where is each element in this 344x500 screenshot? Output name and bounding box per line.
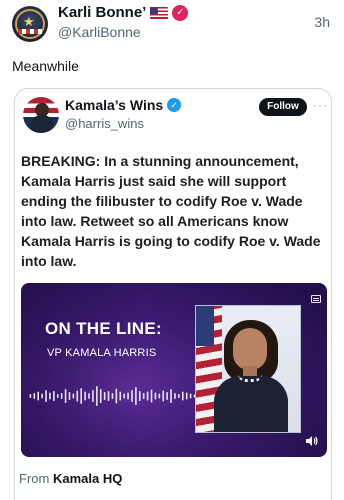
author-avatar[interactable]: ★ xyxy=(12,6,48,42)
waveform-bar xyxy=(103,392,106,400)
waveform-bar xyxy=(80,388,82,404)
avatar-person-body xyxy=(31,115,53,133)
waveform-bar xyxy=(154,392,157,400)
waveform-bar xyxy=(107,391,110,401)
waveform-bar xyxy=(139,391,141,401)
waveform-bar xyxy=(99,389,102,403)
waveform-bar xyxy=(150,389,153,403)
star-icon: ★ xyxy=(23,14,35,29)
from-prefix: From xyxy=(19,471,50,486)
media-title: ON THE LINE: xyxy=(45,319,162,338)
waveform-bar xyxy=(181,391,184,401)
follow-button[interactable]: Follow xyxy=(259,98,307,116)
waveform-bar xyxy=(185,392,188,400)
waveform-bar xyxy=(166,392,168,400)
us-flag-icon xyxy=(150,6,169,19)
waveform-bar xyxy=(72,393,75,399)
waveform-bar xyxy=(115,388,118,404)
waveform-bar xyxy=(127,392,129,400)
avatar-flag-stripe xyxy=(18,29,42,34)
waveform-bar xyxy=(45,390,47,402)
waveform-bar xyxy=(162,390,165,402)
waveform-bar xyxy=(174,393,176,399)
quoted-author-handle[interactable]: @harris_wins xyxy=(65,116,144,131)
waveform-bar xyxy=(60,393,63,399)
speaker-icon[interactable] xyxy=(305,435,319,447)
more-options-icon[interactable]: ··· xyxy=(313,98,328,112)
author-name-row[interactable]: Karli Bonne’ ✓ xyxy=(58,4,189,21)
waveform-bar xyxy=(142,393,145,399)
waveform-bar xyxy=(92,390,94,402)
audio-waveform xyxy=(29,386,196,406)
waveform-bar xyxy=(64,389,67,403)
author-name[interactable]: Karli Bonne’ xyxy=(58,4,146,21)
quoted-author-name[interactable]: Kamala’s Wins xyxy=(65,97,163,113)
waveform-bar xyxy=(49,392,51,400)
waveform-bar xyxy=(68,392,71,400)
waveform-bar xyxy=(53,391,55,401)
waveform-bar xyxy=(33,393,36,399)
quoted-tweet-card[interactable]: Kamala’s Wins ✓ @harris_wins Follow ··· … xyxy=(14,88,332,500)
waveform-bar xyxy=(84,391,86,401)
waveform-bar xyxy=(131,390,133,402)
tweet-text: Meanwhile xyxy=(12,58,79,74)
waveform-bar xyxy=(56,394,59,398)
media-menu-icon[interactable] xyxy=(311,295,321,303)
from-source[interactable]: Kamala HQ xyxy=(53,471,122,486)
from-source-label[interactable]: From Kamala HQ xyxy=(19,471,122,486)
quoted-author-name-row[interactable]: Kamala’s Wins ✓ xyxy=(65,97,182,113)
waveform-bar xyxy=(37,391,40,401)
waveform-bar xyxy=(146,391,149,401)
waveform-bar xyxy=(158,393,161,399)
portrait-face xyxy=(233,328,267,370)
waveform-bar xyxy=(123,393,125,399)
portrait-jacket xyxy=(214,376,288,432)
waveform-bar xyxy=(76,390,79,402)
waveform-bar xyxy=(41,393,43,399)
waveform-bar xyxy=(189,393,192,399)
waveform-bar xyxy=(29,394,32,398)
waveform-bar xyxy=(119,391,122,401)
waveform-bar xyxy=(170,389,172,403)
waveform-bar xyxy=(135,387,137,405)
media-subtitle: VP KAMALA HARRIS xyxy=(47,347,157,359)
tweet-timestamp[interactable]: 3h xyxy=(314,14,330,30)
waveform-bar xyxy=(178,394,180,398)
speaker-portrait xyxy=(195,305,301,433)
verified-badge-icon[interactable]: ✓ xyxy=(172,4,189,21)
quoted-author-avatar[interactable] xyxy=(23,97,59,133)
portrait-flag-canton xyxy=(196,306,214,346)
author-handle[interactable]: @KarliBonne xyxy=(58,24,141,40)
media-card[interactable]: ON THE LINE: VP KAMALA HARRIS xyxy=(21,283,327,457)
waveform-bar xyxy=(111,393,114,399)
waveform-bar xyxy=(96,386,98,406)
waveform-bar xyxy=(88,393,90,399)
verified-badge-icon[interactable]: ✓ xyxy=(167,98,182,112)
quoted-tweet-text: BREAKING: In a stunning announcement, Ka… xyxy=(21,153,321,269)
